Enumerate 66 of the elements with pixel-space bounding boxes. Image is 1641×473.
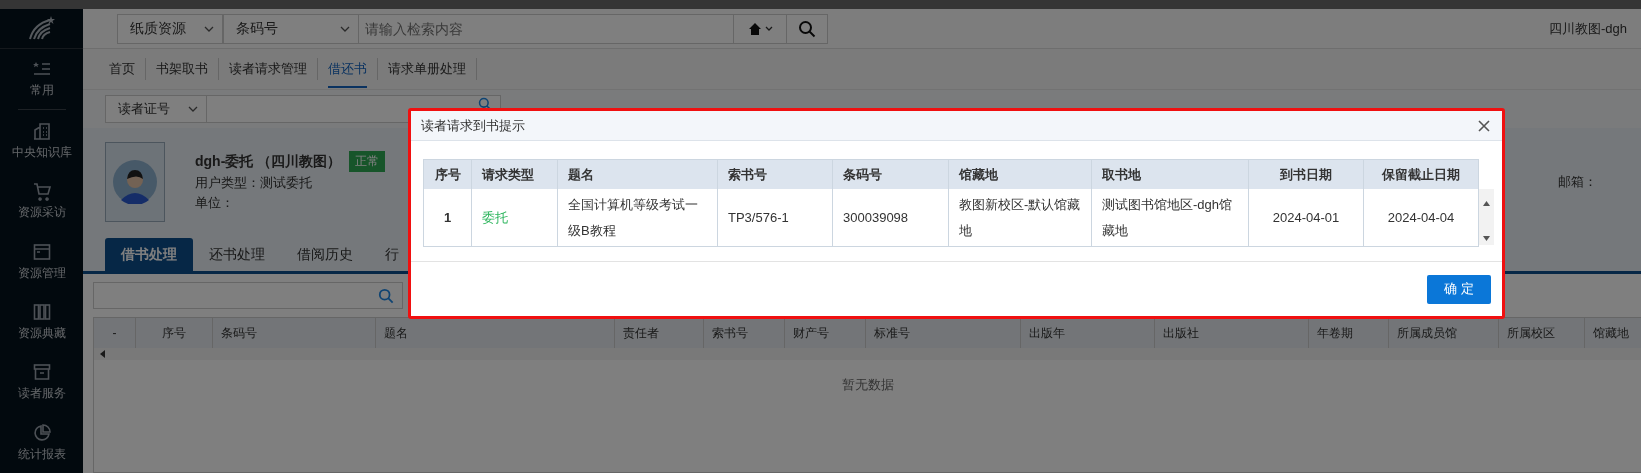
loan-tab[interactable]: 借阅历史 xyxy=(281,238,369,271)
search-field-select[interactable]: 条码号 xyxy=(223,13,359,44)
sidebar-item[interactable]: 资源管理 xyxy=(0,231,83,292)
user-label: 四川教图-dgh xyxy=(1548,19,1627,38)
empty-message: 暂无数据 xyxy=(841,377,894,392)
sidebar-item[interactable]: 资源采访 xyxy=(0,170,83,232)
sidebar-item[interactable]: 资源典藏 xyxy=(0,291,83,353)
column-header: 馆藏地 xyxy=(949,160,1092,189)
search-button[interactable] xyxy=(786,13,828,44)
nav-tab[interactable]: 借还书 xyxy=(328,50,367,88)
scroll-left-icon xyxy=(100,350,105,358)
archive-icon xyxy=(31,362,52,383)
cart-icon xyxy=(31,181,52,202)
nav-tab[interactable]: 首页 xyxy=(109,50,135,88)
building-icon xyxy=(31,120,52,141)
column-header: 取书地 xyxy=(1092,160,1249,189)
sidebar-item[interactable]: 读者服务 xyxy=(0,352,83,413)
confirm-button[interactable]: 确 定 xyxy=(1427,274,1491,304)
nav-tab[interactable]: 请求单册处理 xyxy=(388,50,466,88)
nav-tab[interactable]: 读者请求管理 xyxy=(229,50,307,88)
logo-icon xyxy=(27,16,56,41)
loan-tab[interactable]: 借书处理 xyxy=(105,238,193,271)
table-cell: 全国计算机等级考试一级B教程 xyxy=(558,189,718,246)
nav-tab[interactable]: 书架取书 xyxy=(156,50,208,88)
scroll-up-icon xyxy=(1483,201,1490,206)
table-cell: 2024-04-01 xyxy=(1249,189,1364,246)
email-label: 邮箱： xyxy=(1558,172,1597,191)
search-icon xyxy=(478,97,492,111)
search-field[interactable]: 请输入检索内容 xyxy=(359,13,734,44)
unit-label: 单位： xyxy=(195,194,235,212)
table-cell: TP3/576-1 xyxy=(718,189,833,246)
search-icon xyxy=(378,287,394,304)
column-header: 索书号 xyxy=(718,160,833,189)
reader-id-select[interactable]: 读者证号 xyxy=(105,95,207,123)
column-header: 请求类型 xyxy=(472,160,558,189)
sidebar-item[interactable]: 常用 xyxy=(0,49,83,110)
status-badge: 正常 xyxy=(349,151,386,172)
home-dropdown-button[interactable] xyxy=(734,13,786,44)
column-header: 条码号 xyxy=(833,160,949,189)
column-header: 到书日期 xyxy=(1249,160,1364,189)
home-icon xyxy=(747,22,762,35)
sidebar-item[interactable]: 统计报表 xyxy=(0,412,83,473)
caret-icon xyxy=(764,26,773,31)
table-cell: 教图新校区-默认馆藏地 xyxy=(949,189,1092,246)
resource-type-select[interactable]: 纸质资源 xyxy=(117,13,223,44)
table-cell: 1 xyxy=(424,189,472,246)
loan-tab[interactable]: 还书处理 xyxy=(193,238,281,271)
column-header: 保留截止日期 xyxy=(1364,160,1479,189)
table-cell: 委托 xyxy=(472,189,558,246)
sidebar-item[interactable]: 中央知识库 xyxy=(0,110,83,171)
close-icon[interactable] xyxy=(1478,119,1490,132)
user-type-text: 用户类型：测试委托 xyxy=(195,174,313,192)
caret-icon xyxy=(204,25,214,32)
pie-chart-icon xyxy=(31,422,52,443)
caret-icon xyxy=(340,25,350,32)
caret-icon xyxy=(188,106,198,112)
dialog-title: 读者请求到书提示 xyxy=(421,116,525,135)
table-cell: 300039098 xyxy=(833,189,949,246)
filter-field[interactable] xyxy=(93,282,403,309)
column-header: 题名 xyxy=(558,160,718,189)
column-header: 序号 xyxy=(424,160,472,189)
search-icon xyxy=(798,19,816,38)
window-icon xyxy=(31,241,52,262)
table-cell: 测试图书馆地区-dgh馆藏地 xyxy=(1092,189,1249,246)
books-icon xyxy=(31,301,52,322)
reader-name: dgh-委托 （四川教图） xyxy=(195,152,342,171)
